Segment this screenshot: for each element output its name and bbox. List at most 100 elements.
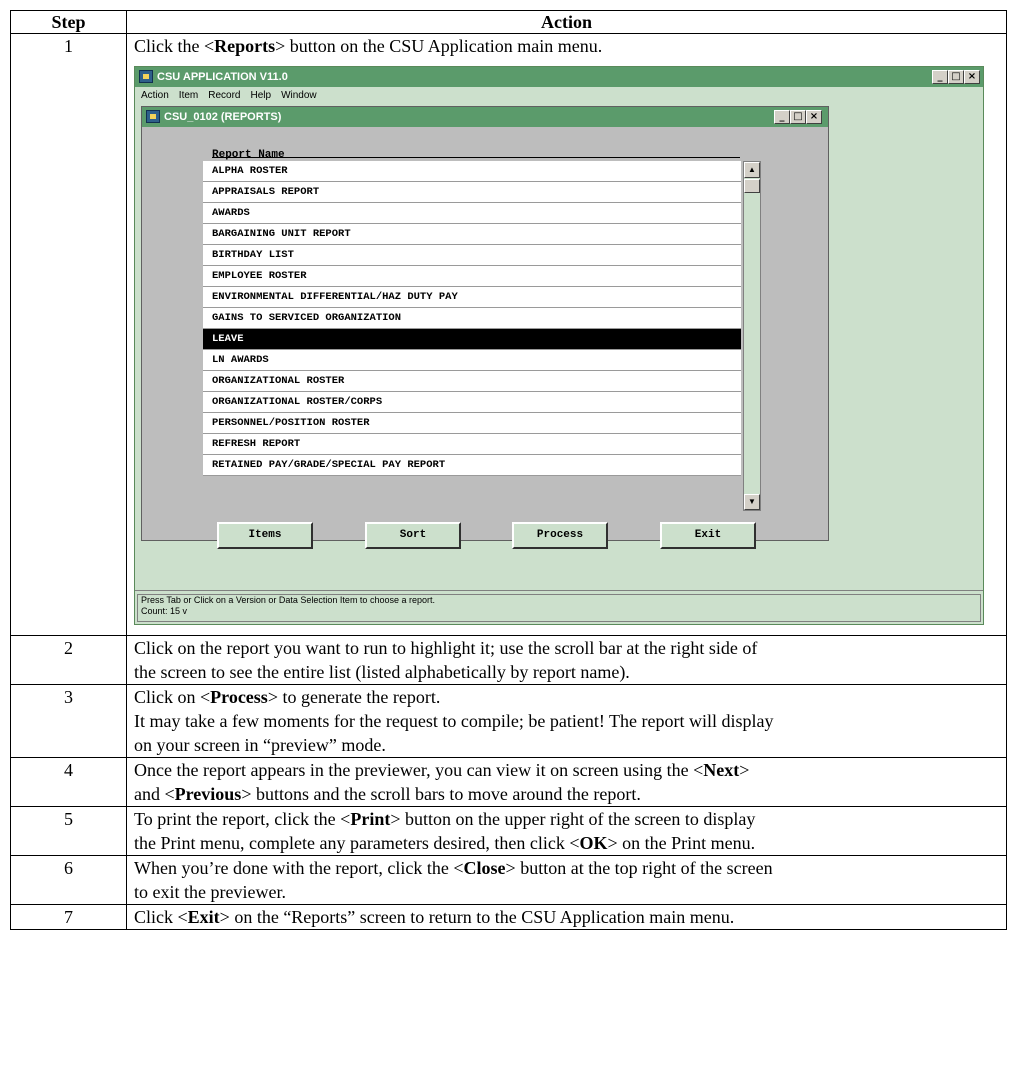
step-number: 5 — [10, 806, 127, 856]
list-scrollbar[interactable]: ▲ ▼ — [743, 161, 761, 511]
report-list-item[interactable]: APPRAISALS REPORT — [203, 182, 741, 203]
menu-record[interactable]: Record — [208, 87, 240, 105]
scroll-up-icon[interactable]: ▲ — [744, 162, 760, 178]
action-text: Click on < — [134, 687, 211, 707]
step-number: 7 — [10, 904, 127, 930]
button-reference: Close — [463, 858, 506, 878]
reports-window-controls: _ □ × — [774, 110, 822, 124]
action-text: > on the Print menu. — [607, 833, 756, 853]
minimize-icon[interactable]: _ — [932, 70, 948, 84]
action-text: Click on the report you want to run to h… — [134, 638, 758, 658]
action-text: > button on the upper right of the scree… — [390, 809, 756, 829]
action-line: Click the <Reports> button on the CSU Ap… — [134, 34, 999, 58]
report-list-item[interactable]: REFRESH REPORT — [203, 434, 741, 455]
step-column-header: Step — [10, 10, 127, 34]
maximize-icon[interactable]: □ — [790, 110, 806, 124]
menu-help[interactable]: Help — [251, 87, 272, 105]
button-reference: Reports — [214, 36, 276, 56]
step-row: 5 To print the report, click the <Print> … — [10, 806, 1007, 856]
list-header-divider — [212, 157, 740, 158]
step-action: Once the report appears in the previewer… — [126, 757, 1007, 807]
action-text: It may take a few moments for the reques… — [134, 711, 774, 731]
action-text: > button at the top right of the screen — [505, 858, 773, 878]
step-number: 6 — [10, 855, 127, 905]
report-list-item[interactable]: ORGANIZATIONAL ROSTER — [203, 371, 741, 392]
report-list-item[interactable]: BIRTHDAY LIST — [203, 245, 741, 266]
minimize-icon[interactable]: _ — [774, 110, 790, 124]
exit-button[interactable]: Exit — [660, 522, 756, 549]
reports-window-title: CSU_0102 (REPORTS) — [164, 111, 282, 123]
menu-window[interactable]: Window — [281, 87, 317, 105]
window-icon — [146, 110, 160, 123]
report-list-item[interactable]: BARGAINING UNIT REPORT — [203, 224, 741, 245]
process-button[interactable]: Process — [512, 522, 608, 549]
maximize-icon[interactable]: □ — [948, 70, 964, 84]
action-line: When you’re done with the report, click … — [134, 856, 999, 880]
action-line: the Print menu, complete any parameters … — [134, 831, 999, 855]
step-action: When you’re done with the report, click … — [126, 855, 1007, 905]
report-list-item[interactable]: LN AWARDS — [203, 350, 741, 371]
report-list-item[interactable]: LEAVE — [203, 329, 741, 350]
step-action: To print the report, click the <Print> b… — [126, 806, 1007, 856]
reports-window-titlebar: CSU_0102 (REPORTS) _ □ × — [142, 107, 828, 127]
sort-button[interactable]: Sort — [365, 522, 461, 549]
action-text: to exit the previewer. — [134, 882, 286, 902]
action-line: Click on the report you want to run to h… — [134, 636, 999, 660]
action-text: > buttons and the scroll bars to move ar… — [241, 784, 641, 804]
action-text: and < — [134, 784, 175, 804]
step-row: 6 When you’re done with the report, click… — [10, 855, 1007, 905]
report-list-item[interactable]: PERSONNEL/POSITION ROSTER — [203, 413, 741, 434]
app-title: CSU APPLICATION V11.0 — [157, 71, 288, 83]
scroll-thumb[interactable] — [744, 179, 760, 193]
button-reference: OK — [579, 833, 608, 853]
app-window-controls: _ □ × — [932, 70, 980, 84]
scroll-down-icon[interactable]: ▼ — [744, 494, 760, 510]
items-button[interactable]: Items — [217, 522, 313, 549]
action-text: on your screen in “preview” mode. — [134, 735, 386, 755]
action-text: When you’re done with the report, click … — [134, 858, 464, 878]
step-row: 3 Click on <Process> to generate the repo… — [10, 684, 1007, 758]
action-text: Click the < — [134, 36, 215, 56]
action-text: > to generate the report. — [267, 687, 441, 707]
close-icon[interactable]: × — [964, 70, 980, 84]
action-line: Click <Exit> on the “Reports” screen to … — [134, 905, 999, 929]
step-row: 1 Click the <Reports> button on the CSU A… — [10, 33, 1007, 636]
step-action: Click the <Reports> button on the CSU Ap… — [126, 33, 1007, 636]
step-action: Click on the report you want to run to h… — [126, 635, 1007, 685]
step-number: 1 — [10, 33, 127, 636]
button-reference: Exit — [187, 907, 220, 927]
step-row: 4 Once the report appears in the previewe… — [10, 757, 1007, 807]
button-reference: Previous — [174, 784, 242, 804]
action-line: on your screen in “preview” mode. — [134, 733, 999, 757]
action-text: Click < — [134, 907, 188, 927]
report-list-item[interactable]: ENVIRONMENTAL DIFFERENTIAL/HAZ DUTY PAY — [203, 287, 741, 308]
reports-window: CSU_0102 (REPORTS) _ □ × Report Name ALP… — [141, 106, 829, 549]
action-line: Click on <Process> to generate the repor… — [134, 685, 999, 709]
step-action: Click <Exit> on the “Reports” screen to … — [126, 904, 1007, 930]
report-list-item[interactable]: AWARDS — [203, 203, 741, 224]
action-text: the Print menu, complete any parameters … — [134, 833, 580, 853]
report-list-item[interactable]: ORGANIZATIONAL ROSTER/CORPS — [203, 392, 741, 413]
step-row: 2 Click on the report you want to run to … — [10, 635, 1007, 685]
menu-action[interactable]: Action — [141, 87, 169, 105]
report-list-item[interactable]: EMPLOYEE ROSTER — [203, 266, 741, 287]
step-row: 7 Click <Exit> on the “Reports” screen to… — [10, 904, 1007, 930]
action-text: > — [739, 760, 750, 780]
app-icon — [139, 70, 153, 83]
app-menubar: Action Item Record Help Window — [135, 87, 983, 105]
app-screenshot: CSU APPLICATION V11.0 _ □ × Action Item … — [134, 66, 984, 625]
action-line: To print the report, click the <Print> b… — [134, 807, 999, 831]
action-line: Once the report appears in the previewer… — [134, 758, 999, 782]
action-line: to exit the previewer. — [134, 880, 999, 904]
button-reference: Process — [210, 687, 268, 707]
action-line: It may take a few moments for the reques… — [134, 709, 999, 733]
step-number: 2 — [10, 635, 127, 685]
report-list-item[interactable]: GAINS TO SERVICED ORGANIZATION — [203, 308, 741, 329]
step-number: 4 — [10, 757, 127, 807]
action-text: To print the report, click the < — [134, 809, 351, 829]
report-list-item[interactable]: ALPHA ROSTER — [203, 161, 741, 182]
report-list-item[interactable]: RETAINED PAY/GRADE/SPECIAL PAY REPORT — [203, 455, 741, 476]
close-icon[interactable]: × — [806, 110, 822, 124]
menu-item[interactable]: Item — [179, 87, 198, 105]
action-line: the screen to see the entire list (liste… — [134, 660, 999, 684]
